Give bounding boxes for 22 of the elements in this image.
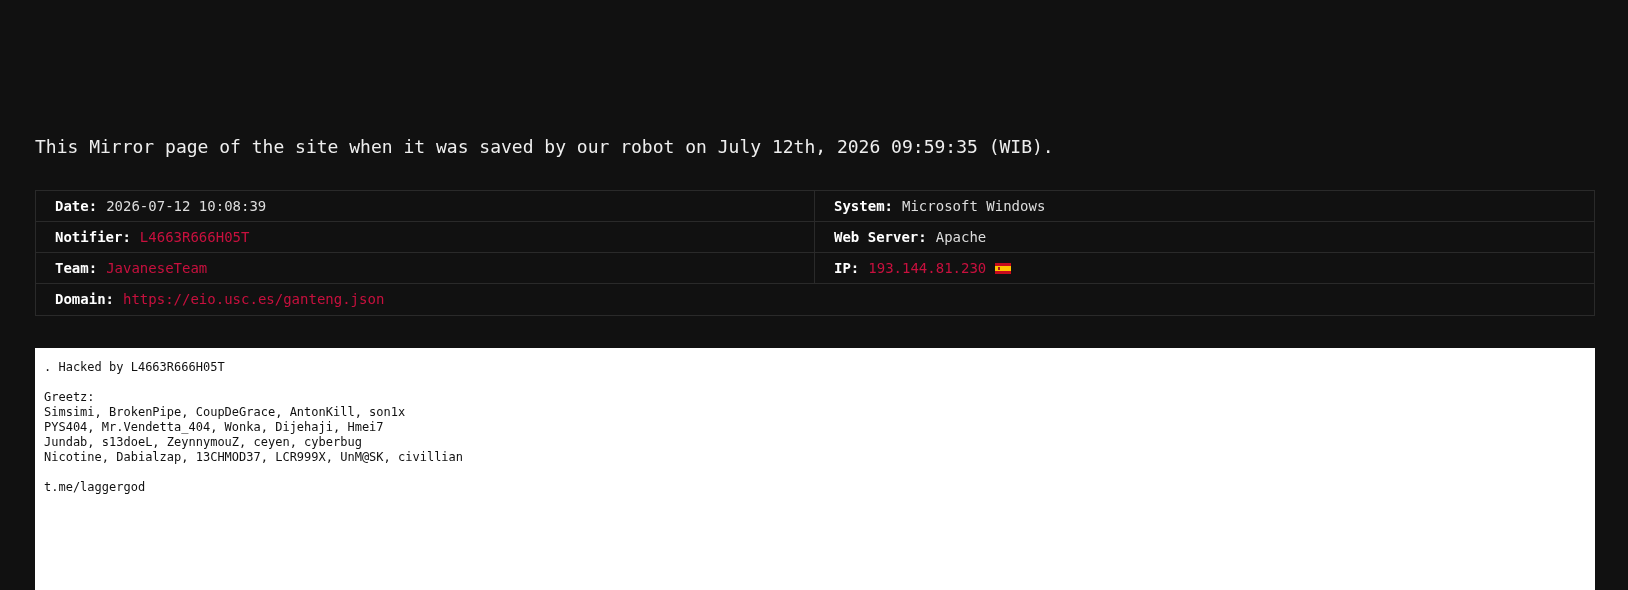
value-link[interactable]: 193.144.81.230 <box>868 257 987 279</box>
field-label: IP: <box>834 258 860 278</box>
value-link[interactable]: JavaneseTeam <box>106 257 208 279</box>
field-value: 2026-07-12 10:08:39 <box>106 196 267 216</box>
field-value: Apache <box>935 227 987 247</box>
value-link[interactable]: L4663R666H05T <box>139 226 250 248</box>
text-line: Jundab, s13doeL, ZeynnymouZ, ceyen, cyberbug <box>44 435 362 450</box>
field-label: Team: <box>55 258 98 278</box>
mirror-notice: This Mirror page of the site when it was saved by our robot on July 12th, 2026 09:59:35 (WIB). <box>35 135 1055 159</box>
value-link[interactable]: https://eio.usc.es/ganteng.json <box>123 289 385 310</box>
field-label: Domain: <box>55 290 114 309</box>
text-line: PYS404, Mr.Vendetta_404, Wonka, Dijehaji, Hmei7 <box>44 420 384 435</box>
field-value: Microsoft Windows <box>902 196 1046 216</box>
field-label: Notifier: <box>55 227 131 247</box>
text-line: t.me/laggergod <box>44 480 146 495</box>
text-line: Simsimi, BrokenPipe, CoupDeGrace, AntonKill, son1x <box>44 405 406 420</box>
text-line: . Hacked by L4663R666H05T <box>44 360 225 375</box>
field-label: Date: <box>55 196 98 216</box>
field-label: Web Server: <box>834 227 927 247</box>
field-label: System: <box>834 196 893 216</box>
text-line: Nicotine, Dabialzap, 13CHMOD37, LCR999X, UnM@SK, civillian <box>44 450 464 465</box>
text-line: Greetz: <box>44 390 95 405</box>
